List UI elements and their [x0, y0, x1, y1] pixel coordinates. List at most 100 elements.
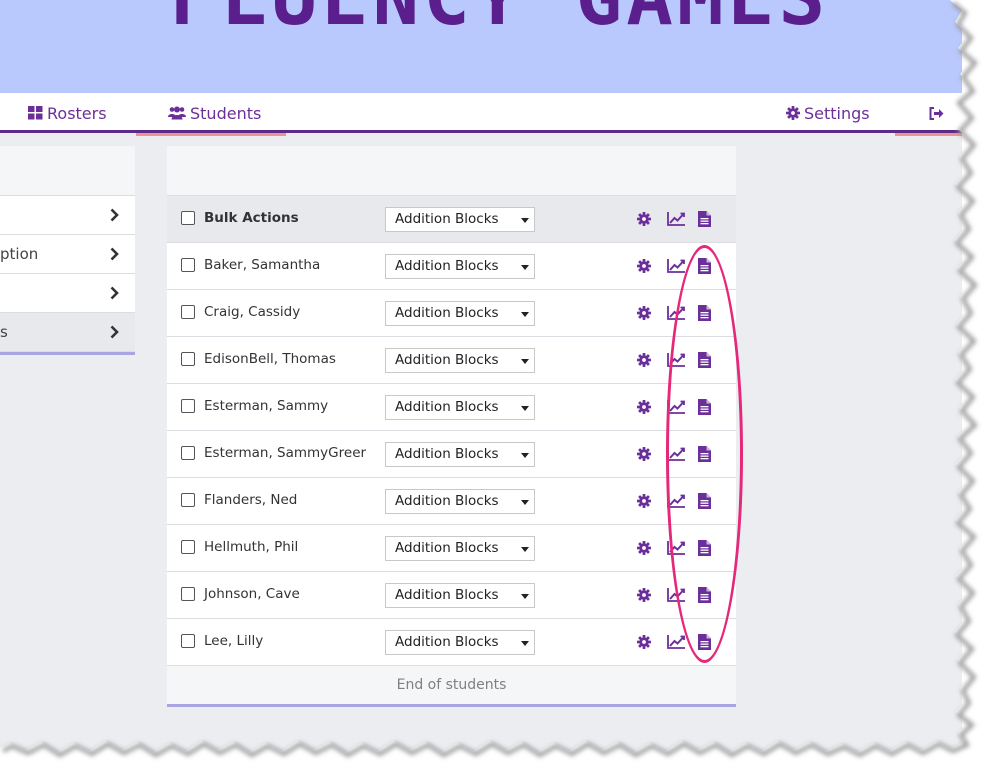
student-game-select-value: Addition Blocks: [395, 305, 499, 321]
line-chart-icon[interactable]: [667, 588, 685, 602]
student-name: Hellmuth, Phil: [204, 539, 299, 555]
file-text-icon[interactable]: [698, 634, 711, 650]
student-select-checkbox[interactable]: [181, 634, 195, 648]
student-game-select-value: Addition Blocks: [395, 634, 499, 650]
nav-rosters[interactable]: Rosters: [28, 93, 107, 133]
nav-students-label: Students: [190, 103, 262, 123]
gear-icon[interactable]: [637, 353, 651, 367]
caret-down-icon: [521, 547, 529, 552]
student-select-checkbox[interactable]: [181, 446, 195, 460]
file-text-icon[interactable]: [698, 399, 711, 415]
student-select-checkbox[interactable]: [181, 399, 195, 413]
gear-icon[interactable]: [637, 541, 651, 555]
table-row: Hellmuth, Phil Addition Blocks: [167, 525, 736, 572]
nav-settings[interactable]: Settings: [786, 93, 870, 133]
line-chart-icon[interactable]: [667, 259, 685, 273]
table-row: Flanders, Ned Addition Blocks: [167, 478, 736, 525]
app-window: FLUENCY GAMES Rosters Students: [0, 0, 962, 752]
side-menu-item-1[interactable]: [0, 196, 135, 235]
nav-rosters-label: Rosters: [47, 103, 107, 123]
student-name: Flanders, Ned: [204, 492, 298, 508]
line-chart-icon[interactable]: [667, 212, 685, 226]
caret-down-icon: [521, 594, 529, 599]
gear-icon[interactable]: [637, 588, 651, 602]
side-menu: ption s: [0, 146, 135, 355]
line-chart-icon[interactable]: [667, 447, 685, 461]
screenshot: FLUENCY GAMES Rosters Students: [0, 0, 991, 783]
student-select-checkbox[interactable]: [181, 305, 195, 319]
students-panel: Bulk Actions Addition Blocks Baker, Sama…: [167, 146, 736, 707]
student-game-select-value: Addition Blocks: [395, 493, 499, 509]
nav-students[interactable]: Students: [136, 93, 286, 136]
caret-down-icon: [521, 218, 529, 223]
bulk-actions-label: Bulk Actions: [204, 210, 299, 226]
file-text-icon[interactable]: [698, 540, 711, 556]
side-menu-item-label: ption: [0, 245, 39, 263]
bulk-select-checkbox[interactable]: [181, 211, 195, 225]
student-name: Craig, Cassidy: [204, 304, 301, 320]
student-name: Johnson, Cave: [204, 586, 300, 602]
table-row: Lee, Lilly Addition Blocks: [167, 619, 736, 666]
line-chart-icon[interactable]: [667, 306, 685, 320]
active-tab-indicator: [136, 133, 286, 136]
line-chart-icon[interactable]: [667, 494, 685, 508]
banner-title: FLUENCY GAMES: [170, 0, 830, 36]
file-text-icon[interactable]: [698, 493, 711, 509]
caret-down-icon: [521, 406, 529, 411]
side-menu-item-4[interactable]: s: [0, 313, 135, 352]
side-menu-item-3[interactable]: [0, 274, 135, 313]
student-game-select[interactable]: Addition Blocks: [385, 395, 535, 420]
student-select-checkbox[interactable]: [181, 493, 195, 507]
student-game-select[interactable]: Addition Blocks: [385, 536, 535, 561]
file-text-icon[interactable]: [698, 352, 711, 368]
caret-down-icon: [521, 500, 529, 505]
student-select-checkbox[interactable]: [181, 352, 195, 366]
file-text-icon[interactable]: [698, 587, 711, 603]
student-select-checkbox[interactable]: [181, 587, 195, 601]
table-row: Johnson, Cave Addition Blocks: [167, 572, 736, 619]
line-chart-icon[interactable]: [667, 400, 685, 414]
line-chart-icon[interactable]: [667, 541, 685, 555]
file-text-icon[interactable]: [698, 446, 711, 462]
student-game-select-value: Addition Blocks: [395, 446, 499, 462]
student-game-select[interactable]: Addition Blocks: [385, 348, 535, 373]
bulk-game-select[interactable]: Addition Blocks: [385, 207, 535, 232]
file-text-icon[interactable]: [698, 211, 711, 227]
gear-icon[interactable]: [637, 212, 651, 226]
caret-down-icon: [521, 265, 529, 270]
gear-icon[interactable]: [637, 494, 651, 508]
student-game-select[interactable]: Addition Blocks: [385, 442, 535, 467]
file-text-icon[interactable]: [698, 258, 711, 274]
student-game-select[interactable]: Addition Blocks: [385, 254, 535, 279]
caret-down-icon: [521, 641, 529, 646]
chevron-right-icon: [110, 325, 119, 339]
student-name: Esterman, Sammy: [204, 398, 329, 414]
table-row: Esterman, Sammy Addition Blocks: [167, 384, 736, 431]
student-game-select[interactable]: Addition Blocks: [385, 489, 535, 514]
caret-down-icon: [521, 359, 529, 364]
gear-icon[interactable]: [637, 306, 651, 320]
line-chart-icon[interactable]: [667, 635, 685, 649]
file-text-icon[interactable]: [698, 305, 711, 321]
bulk-actions-row: Bulk Actions Addition Blocks: [167, 196, 736, 243]
nav-logout[interactable]: [895, 93, 962, 136]
student-game-select[interactable]: Addition Blocks: [385, 301, 535, 326]
chevron-right-icon: [110, 286, 119, 300]
gear-icon: [786, 106, 800, 120]
student-select-checkbox[interactable]: [181, 258, 195, 272]
caret-down-icon: [521, 312, 529, 317]
gear-icon[interactable]: [637, 400, 651, 414]
nav-bar: Rosters Students Settings: [0, 93, 962, 136]
gear-icon[interactable]: [637, 635, 651, 649]
student-game-select[interactable]: Addition Blocks: [385, 630, 535, 655]
side-menu-item-2[interactable]: ption: [0, 235, 135, 274]
student-game-select-value: Addition Blocks: [395, 258, 499, 274]
gear-icon[interactable]: [637, 259, 651, 273]
gear-icon[interactable]: [637, 447, 651, 461]
student-name: Lee, Lilly: [204, 633, 264, 649]
student-game-select[interactable]: Addition Blocks: [385, 583, 535, 608]
users-icon: [168, 106, 186, 120]
chevron-right-icon: [110, 208, 119, 222]
line-chart-icon[interactable]: [667, 353, 685, 367]
student-select-checkbox[interactable]: [181, 540, 195, 554]
